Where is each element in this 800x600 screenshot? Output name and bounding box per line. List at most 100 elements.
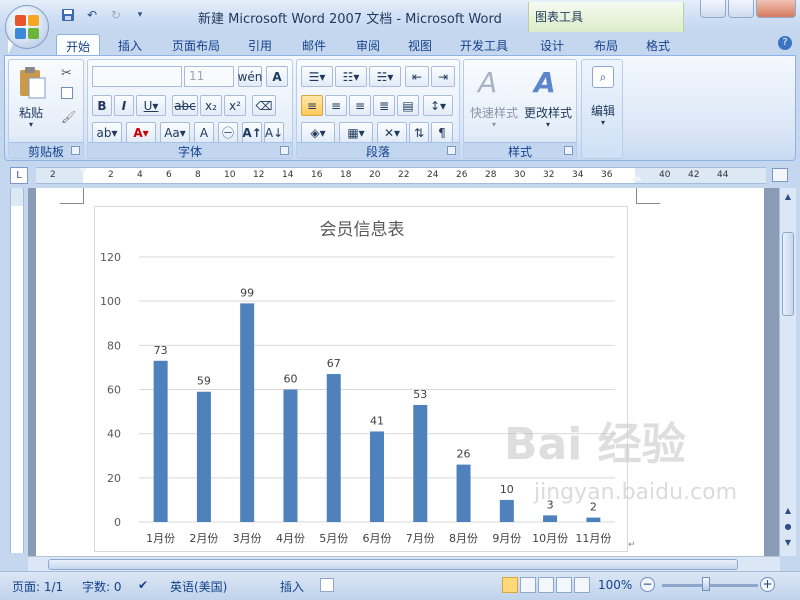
justify-button[interactable]: ≣	[373, 95, 395, 116]
save-icon[interactable]	[58, 6, 78, 24]
editing-group[interactable]: ⌕ 编辑 ▾	[581, 59, 623, 159]
office-button[interactable]	[5, 5, 49, 49]
chart-bar[interactable]	[153, 360, 168, 522]
copy-icon[interactable]	[61, 87, 73, 99]
right-indent-marker[interactable]	[632, 174, 642, 181]
highlight-color-button[interactable]: ab▾	[92, 122, 122, 143]
chart-bar[interactable]	[456, 464, 471, 522]
clear-format-button[interactable]: ⌫	[252, 95, 276, 116]
chart-bar[interactable]	[543, 515, 558, 522]
print-layout-view-button[interactable]	[502, 577, 518, 593]
editing-dropdown-icon[interactable]: ▾	[582, 118, 624, 127]
chart-bar[interactable]	[326, 374, 341, 522]
help-icon[interactable]: ?	[778, 36, 792, 50]
zoom-in-button[interactable]: +	[760, 577, 775, 592]
tab-developer[interactable]: 开发工具	[452, 34, 516, 56]
page-count[interactable]: 页面: 1/1	[12, 578, 63, 595]
redo-icon[interactable]: ↻	[106, 6, 126, 24]
shading-button[interactable]: ◈▾	[301, 122, 335, 143]
first-line-indent-marker[interactable]	[79, 168, 87, 183]
increase-indent-button[interactable]: ⇥	[431, 66, 455, 87]
horizontal-scrollbar[interactable]	[28, 556, 780, 571]
change-styles-icon[interactable]: A	[534, 66, 556, 99]
show-marks-button[interactable]: ¶	[431, 122, 453, 143]
font-color-button[interactable]: A▾	[126, 122, 156, 143]
vertical-ruler[interactable]	[10, 188, 24, 553]
chart-bar[interactable]	[240, 303, 255, 522]
chart-bar[interactable]	[499, 499, 514, 522]
line-spacing-button[interactable]: ↕▾	[423, 95, 453, 116]
align-right-button[interactable]: ≡	[349, 95, 371, 116]
font-name-input[interactable]	[92, 66, 182, 87]
vertical-scroll-thumb[interactable]	[782, 232, 794, 316]
next-page-icon[interactable]: ▼	[781, 536, 795, 550]
tab-mailings[interactable]: 邮件	[294, 34, 334, 56]
borders-button[interactable]: ▦▾	[339, 122, 373, 143]
tab-selector-button[interactable]: L	[10, 167, 28, 184]
web-layout-view-button[interactable]	[538, 577, 554, 593]
char-shading-button[interactable]: A	[194, 122, 214, 143]
chart-bar[interactable]	[413, 404, 428, 522]
underline-button[interactable]: U▾	[136, 95, 166, 116]
zoom-slider-thumb[interactable]	[702, 577, 710, 591]
align-center-button[interactable]: ≡	[325, 95, 347, 116]
zoom-level[interactable]: 100%	[598, 578, 632, 592]
enclose-char-button[interactable]: ㊀	[218, 122, 238, 143]
char-border-button[interactable]: A	[266, 66, 288, 87]
multilevel-list-button[interactable]: ☵▾	[369, 66, 401, 87]
chart-bar[interactable]	[196, 391, 211, 522]
numbering-button[interactable]: ☷▾	[335, 66, 367, 87]
insert-mode[interactable]: 插入	[280, 578, 304, 595]
change-case-button[interactable]: Aa▾	[160, 122, 190, 143]
macro-record-icon[interactable]	[320, 578, 334, 592]
align-left-button[interactable]: ≡	[301, 95, 323, 116]
cut-icon[interactable]: ✂	[61, 66, 72, 81]
quick-styles-dropdown-icon[interactable]: ▾	[468, 120, 520, 129]
sort-button[interactable]: ⇅	[409, 122, 429, 143]
chart-bar[interactable]	[283, 389, 298, 523]
tab-references[interactable]: 引用	[240, 34, 280, 56]
phonetic-guide-button[interactable]: wén	[238, 66, 262, 87]
font-size-input[interactable]: 11	[184, 66, 234, 87]
tab-layout[interactable]: 布局	[584, 34, 628, 56]
font-dialog-launcher[interactable]	[280, 146, 289, 155]
italic-button[interactable]: I	[114, 95, 134, 116]
paste-icon[interactable]	[17, 66, 47, 100]
bullets-button[interactable]: ☰▾	[301, 66, 333, 87]
horizontal-ruler[interactable]: 2 2 4 6 8 10 12 14 16 18 20 22 24 26 28 30 32 34 36 40 42 44	[36, 167, 766, 184]
asian-layout-button[interactable]: ✕▾	[377, 122, 407, 143]
grow-font-button[interactable]: A↑	[242, 122, 262, 143]
tab-page-layout[interactable]: 页面布局	[164, 34, 228, 56]
document-area[interactable]: 会员信息表 0 20 40 60 80 100 120 73 1月份 59 2月份 99 3月份 60 4月份…	[28, 188, 780, 556]
language[interactable]: 英语(美国)	[170, 578, 227, 595]
previous-page-icon[interactable]: ▲	[781, 504, 795, 518]
tab-design[interactable]: 设计	[530, 34, 574, 56]
subscript-button[interactable]: x₂	[200, 95, 222, 116]
chart-bar[interactable]	[586, 517, 601, 522]
tab-insert[interactable]: 插入	[110, 34, 150, 56]
paste-button[interactable]: 粘贴	[13, 104, 49, 121]
quick-styles-icon[interactable]: A	[478, 66, 497, 99]
minimize-button[interactable]	[700, 0, 726, 18]
tab-review[interactable]: 审阅	[348, 34, 388, 56]
chart-bar[interactable]	[370, 431, 384, 522]
vertical-scrollbar[interactable]: ▲ ▲ ● ▼	[779, 188, 796, 556]
format-painter-icon[interactable]: 🖌	[61, 110, 76, 124]
decrease-indent-button[interactable]: ⇤	[405, 66, 429, 87]
draft-view-button[interactable]	[574, 577, 590, 593]
maximize-button[interactable]	[728, 0, 754, 18]
strikethrough-button[interactable]: abc	[172, 95, 198, 116]
shrink-font-button[interactable]: A↓	[264, 122, 284, 143]
quick-styles-button[interactable]: 快速样式	[468, 104, 520, 121]
close-button[interactable]	[756, 0, 796, 18]
tab-view[interactable]: 视图	[400, 34, 440, 56]
clipboard-dialog-launcher[interactable]	[71, 146, 80, 155]
zoom-out-button[interactable]: −	[640, 577, 655, 592]
styles-dialog-launcher[interactable]	[564, 146, 573, 155]
distributed-button[interactable]: ▤	[397, 95, 419, 116]
change-styles-button[interactable]: 更改样式	[522, 104, 574, 121]
tab-home[interactable]: 开始	[56, 34, 100, 56]
change-styles-dropdown-icon[interactable]: ▾	[522, 120, 574, 129]
zoom-slider[interactable]	[662, 584, 758, 587]
outline-view-button[interactable]	[556, 577, 572, 593]
